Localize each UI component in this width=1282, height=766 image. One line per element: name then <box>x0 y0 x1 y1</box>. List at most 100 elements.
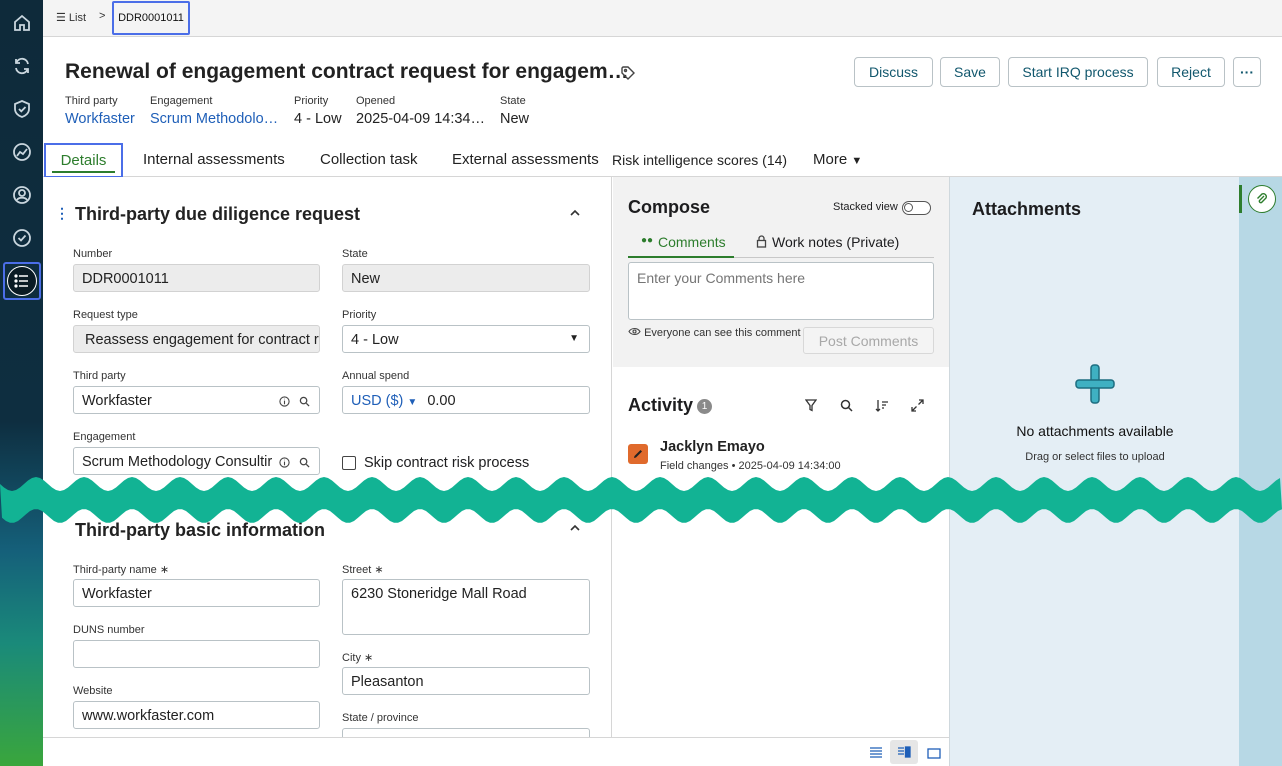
list-icon <box>7 266 37 296</box>
meta-opened-value: 2025-04-09 14:34… <box>356 111 485 127</box>
skip-contract-checkbox[interactable] <box>342 456 356 470</box>
tab-details[interactable]: Details <box>44 143 123 178</box>
duns-label: DUNS number <box>73 624 145 636</box>
search-icon[interactable] <box>299 395 310 411</box>
third-party-field[interactable]: Workfaster <box>73 386 320 414</box>
tab-work-notes[interactable]: Work notes (Private) <box>734 232 934 258</box>
tab-risk-intelligence[interactable]: Risk intelligence scores (14) <box>612 152 787 168</box>
state-label: State <box>342 248 368 260</box>
filter-icon[interactable] <box>804 399 818 417</box>
meta-third-party-link[interactable]: Workfaster <box>65 111 145 127</box>
meta-label-state: State <box>500 95 526 107</box>
details-form: ⋮ Third-party due diligence request Numb… <box>43 177 612 741</box>
meta-label-priority: Priority <box>294 95 329 107</box>
meta-label-opened: Opened <box>356 95 396 107</box>
breadcrumb-separator: > <box>99 10 106 22</box>
third-party-label: Third party <box>73 370 126 382</box>
visibility-note: Everyone can see this comment <box>628 327 801 339</box>
collapse-section-icon[interactable] <box>568 206 582 225</box>
tab-external-assessments[interactable]: External assessments <box>452 151 599 168</box>
no-attachments-text: No attachments available <box>1016 423 1174 439</box>
layout-toolbar <box>43 737 949 766</box>
website-field[interactable]: www.workfaster.com <box>73 701 320 729</box>
stacked-view-label: Stacked view <box>833 201 898 213</box>
shield-check-icon[interactable] <box>9 96 34 121</box>
analytics-icon[interactable] <box>9 139 34 164</box>
split-layout-icon[interactable] <box>890 740 918 764</box>
wave-divider <box>0 477 1282 523</box>
lock-icon <box>756 235 767 251</box>
tp-name-field[interactable]: Workfaster <box>73 579 320 607</box>
check-circle-icon[interactable] <box>9 225 34 250</box>
priority-select-value: 4 - Low <box>351 332 399 348</box>
required-mark: ∗ <box>374 564 384 576</box>
activity-user[interactable]: Jacklyn Emayo <box>660 439 765 455</box>
breadcrumb-current[interactable]: DDR0001011 <box>112 1 190 35</box>
add-attachment-icon[interactable] <box>1074 363 1116 405</box>
meta-engagement-link[interactable]: Scrum Methodolo… <box>150 111 280 127</box>
tag-icon[interactable] <box>620 65 636 86</box>
third-party-value: Workfaster <box>82 393 152 409</box>
post-comments-button[interactable]: Post Comments <box>803 327 934 354</box>
save-button[interactable]: Save <box>940 57 1000 87</box>
home-icon[interactable] <box>9 10 34 35</box>
start-irq-button[interactable]: Start IRQ process <box>1008 57 1148 87</box>
caret-down-icon: ▼ <box>851 155 863 167</box>
state-field: New <box>342 264 590 292</box>
discuss-button[interactable]: Discuss <box>854 57 933 87</box>
currency-caret-icon: ▼ <box>407 397 418 408</box>
info-icon[interactable] <box>279 395 290 411</box>
tab-comments[interactable]: ●● Comments <box>628 232 734 258</box>
annual-spend-field[interactable]: USD ($) ▼ 0.00 <box>342 386 590 414</box>
skip-contract-label: Skip contract risk process <box>364 455 530 471</box>
eye-icon <box>628 327 641 339</box>
website-label: Website <box>73 685 113 697</box>
activity-count-badge: 1 <box>697 399 712 414</box>
paperclip-icon[interactable] <box>1248 185 1276 213</box>
attachments-title: Attachments <box>972 199 1082 219</box>
reject-button[interactable]: Reject <box>1157 57 1225 87</box>
comment-textarea[interactable] <box>628 262 934 320</box>
activity-search-icon[interactable] <box>840 399 853 417</box>
breadcrumb: ☰ List > DDR0001011 <box>43 0 1282 37</box>
required-mark: ∗ <box>364 652 374 664</box>
sort-icon[interactable] <box>875 399 889 417</box>
state-province-label: State / province <box>342 712 419 724</box>
engagement-value: Scrum Methodology Consultir <box>82 454 273 470</box>
expand-icon[interactable] <box>911 399 924 417</box>
street-label: Street ∗ <box>342 564 384 576</box>
stacked-view-toggle[interactable] <box>902 201 931 215</box>
list-nav-button[interactable] <box>3 262 41 300</box>
refresh-icon[interactable] <box>9 53 34 78</box>
breadcrumb-list-link[interactable]: ☰ List <box>56 11 86 24</box>
list-mini-icon: ☰ <box>56 12 69 24</box>
currency-select[interactable]: USD ($) <box>351 393 403 409</box>
street-field[interactable]: 6230 Stoneridge Mall Road <box>342 579 590 635</box>
tab-internal-assessments[interactable]: Internal assessments <box>143 151 285 168</box>
more-actions-button[interactable]: ··· <box>1233 57 1261 87</box>
upload-hint: Drag or select files to upload <box>1025 451 1165 463</box>
list-layout-icon[interactable] <box>869 745 883 763</box>
priority-select[interactable]: 4 - Low ▼ <box>342 325 590 353</box>
annual-spend-value: 0.00 <box>427 393 456 409</box>
settings-person-icon[interactable] <box>9 182 34 207</box>
priority-label: Priority <box>342 309 377 321</box>
activity-panel <box>613 367 949 737</box>
meta-state-value: New <box>500 111 530 127</box>
meta-label-engagement: Engagement <box>150 95 213 107</box>
city-field[interactable]: Pleasanton <box>342 667 590 695</box>
tab-collection-task[interactable]: Collection task <box>320 151 418 168</box>
meta-priority-value: 4 - Low <box>294 111 342 127</box>
tab-more[interactable]: More ▼ <box>813 151 862 168</box>
people-icon: ●● <box>641 235 654 246</box>
activity-title: Activity <box>628 395 694 415</box>
single-layout-icon[interactable] <box>927 746 941 764</box>
page-title: Renewal of engagement contract request f… <box>65 60 629 83</box>
duns-field[interactable] <box>73 640 320 668</box>
drag-handle-icon[interactable]: ⋮ <box>55 205 69 222</box>
record-tabs: Details Internal assessments Collection … <box>43 143 1282 178</box>
engagement-label: Engagement <box>73 431 136 443</box>
compose-title: Compose <box>628 197 711 217</box>
left-nav-rail <box>0 0 43 766</box>
tp-name-label: Third-party name ∗ <box>73 564 170 576</box>
